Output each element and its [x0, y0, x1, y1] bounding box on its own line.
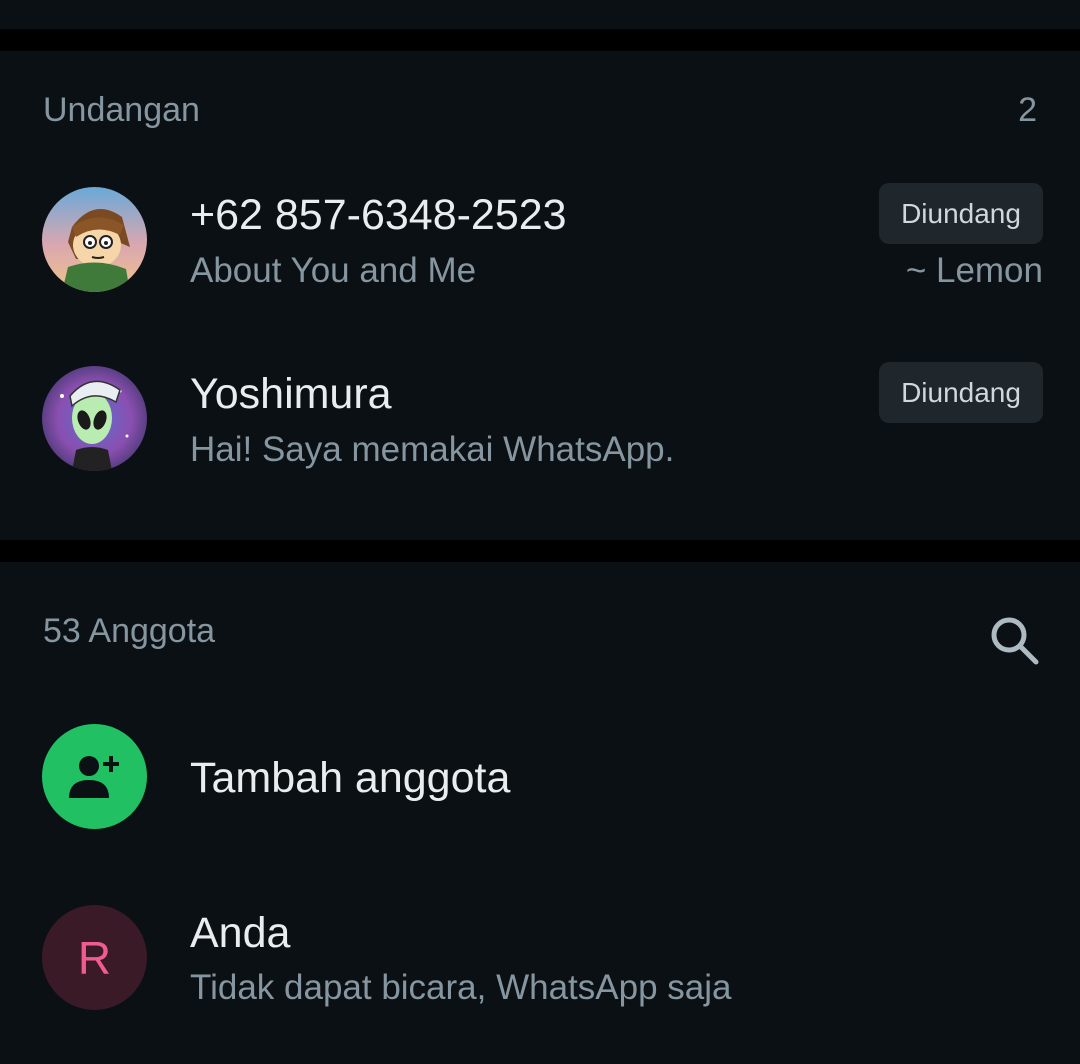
contact-pushname: ~ Lemon [905, 251, 1043, 290]
members-title: 53 Anggota [43, 612, 216, 650]
member-row[interactable]: R Anda Tidak dapat bicara, WhatsApp saja [0, 892, 1080, 1042]
avatar [42, 366, 147, 471]
add-member-row[interactable]: Tambah anggota [0, 702, 1080, 852]
invites-count: 2 [1018, 91, 1037, 129]
alien-avatar-icon [42, 366, 147, 471]
member-status: Tidak dapat bicara, WhatsApp saja [190, 968, 732, 1007]
add-member-label: Tambah anggota [190, 754, 511, 802]
members-section: 53 Anggota Tambah anggota R Anda Tidak d… [0, 562, 1080, 1064]
search-button[interactable] [988, 614, 1042, 668]
add-member-avatar [42, 724, 147, 829]
invite-row[interactable]: Yoshimura Hai! Saya memakai WhatsApp. Di… [0, 354, 1080, 504]
top-strip [0, 0, 1080, 29]
invites-title: Undangan [43, 91, 200, 129]
contact-status: About You and Me [190, 251, 477, 290]
invites-section: Undangan 2 +62 857-6348-2523 About You a… [0, 51, 1080, 540]
member-name: Anda [190, 909, 291, 957]
contact-name: +62 857-6348-2523 [190, 191, 567, 239]
search-icon [991, 617, 1039, 665]
avatar: R [42, 905, 147, 1010]
contact-status: Hai! Saya memakai WhatsApp. [190, 430, 675, 469]
invite-row[interactable]: +62 857-6348-2523 About You and Me Diund… [0, 175, 1080, 325]
cartoon-avatar-icon [42, 187, 147, 292]
add-person-icon [68, 755, 119, 798]
avatar [42, 187, 147, 292]
contact-name: Yoshimura [190, 370, 392, 418]
invited-badge: Diundang [879, 183, 1043, 244]
invited-badge: Diundang [879, 362, 1043, 423]
